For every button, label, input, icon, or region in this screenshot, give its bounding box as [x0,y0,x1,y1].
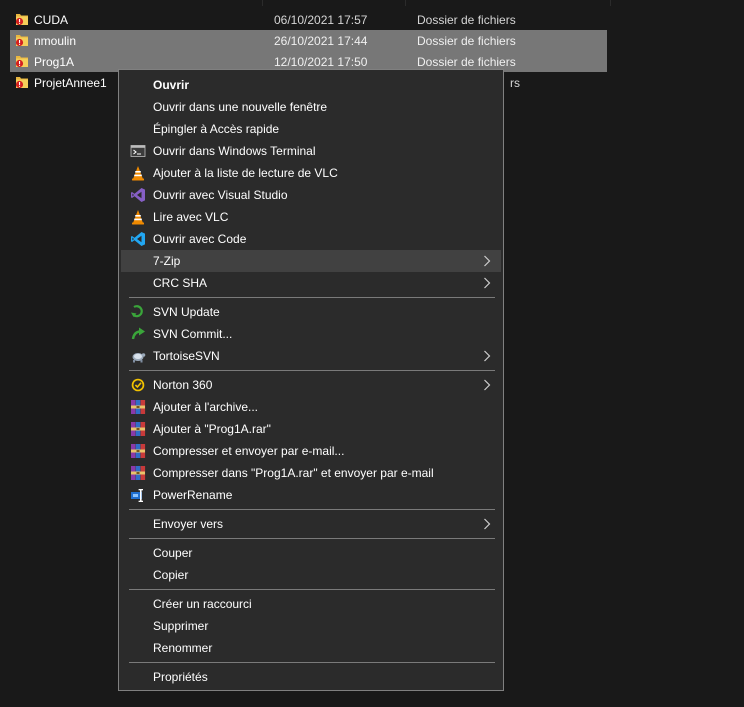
file-type: Dossier de fichiers [417,55,516,69]
winrar-books-icon [130,421,146,437]
menu-item-powerrename[interactable]: PowerRename [121,484,501,506]
tortoise-icon [132,353,146,363]
chevron-right-icon [483,350,491,362]
menu-item-label: Norton 360 [153,378,213,392]
menu-item-open-visual-studio[interactable]: Ouvrir avec Visual Studio [121,184,501,206]
menu-item-label: Épingler à Accès rapide [153,122,280,136]
menu-separator [129,370,495,371]
file-name: Prog1A [34,55,75,69]
folder-warning-icon [15,54,29,68]
menu-item-label: Ouvrir avec Visual Studio [153,188,288,202]
terminal-icon [130,145,146,157]
menu-separator [129,589,495,590]
menu-item-label: TortoiseSVN [153,349,220,363]
chevron-right-icon [483,255,491,267]
menu-item-add-archive[interactable]: Ajouter à l'archive... [121,396,501,418]
file-name: ProjetAnnee1 [34,76,107,90]
folder-warning-icon [15,33,29,47]
menu-separator [129,509,495,510]
file-type: rs [510,76,520,90]
menu-item-label: CRC SHA [153,276,208,290]
menu-item-add-vlc-playlist[interactable]: Ajouter à la liste de lecture de VLC [121,162,501,184]
menu-item-pin-quick-access[interactable]: Épingler à Accès rapide [121,118,501,140]
menu-item-cut[interactable]: Couper [121,542,501,564]
file-row[interactable]: CUDA 06/10/2021 17:57 Dossier de fichier… [10,9,607,30]
menu-item-rename[interactable]: Renommer [121,637,501,659]
menu-item-create-shortcut[interactable]: Créer un raccourci [121,593,501,615]
menu-item-svn-update[interactable]: SVN Update [121,301,501,323]
vlc-cone-icon [130,165,146,181]
menu-item-label: Propriétés [153,670,208,684]
visual-studio-icon [131,188,145,202]
menu-item-label: Ouvrir dans Windows Terminal [153,144,316,158]
menu-item-label: Lire avec VLC [153,210,229,224]
menu-item-open-new-window[interactable]: Ouvrir dans une nouvelle fenêtre [121,96,501,118]
file-name: CUDA [34,13,69,27]
menu-item-label: Ajouter à la liste de lecture de VLC [153,166,338,180]
file-date: 12/10/2021 17:50 [274,55,368,69]
folder-warning-icon [15,75,29,89]
chevron-right-icon [483,379,491,391]
menu-item-compress-rar-email[interactable]: Compresser dans "Prog1A.rar" et envoyer … [121,462,501,484]
menu-item-play-vlc[interactable]: Lire avec VLC [121,206,501,228]
winrar-books-icon [130,399,146,415]
menu-item-open[interactable]: Ouvrir [121,74,501,96]
menu-item-7zip[interactable]: 7-Zip [121,250,501,272]
menu-item-crc-sha[interactable]: CRC SHA [121,272,501,294]
menu-item-add-rar[interactable]: Ajouter à "Prog1A.rar" [121,418,501,440]
file-type: Dossier de fichiers [417,13,516,27]
chevron-right-icon [483,277,491,289]
menu-item-label: Ajouter à "Prog1A.rar" [153,422,271,436]
menu-item-label: Couper [153,546,193,560]
norton-check-icon [131,378,145,392]
column-separator [610,0,611,6]
menu-item-label: SVN Commit... [153,327,233,341]
menu-item-label: 7-Zip [153,254,181,268]
winrar-books-icon [130,465,146,481]
menu-item-label: PowerRename [153,488,233,502]
menu-item-label: Ajouter à l'archive... [153,400,259,414]
menu-item-norton[interactable]: Norton 360 [121,374,501,396]
file-type: Dossier de fichiers [417,34,516,48]
menu-item-label: Ouvrir avec Code [153,232,247,246]
vscode-icon [131,232,145,246]
chevron-right-icon [483,518,491,530]
menu-item-label: Supprimer [153,619,209,633]
menu-item-properties[interactable]: Propriétés [121,666,501,688]
menu-item-label: Renommer [153,641,213,655]
winrar-books-icon [130,443,146,459]
menu-item-label: SVN Update [153,305,220,319]
menu-item-label: Envoyer vers [153,517,224,531]
folder-warning-icon [15,12,29,26]
menu-item-copy[interactable]: Copier [121,564,501,586]
file-date: 06/10/2021 17:57 [274,13,368,27]
menu-separator [129,297,495,298]
menu-separator [129,662,495,663]
menu-item-send-to[interactable]: Envoyer vers [121,513,501,535]
context-menu: Ouvrir Ouvrir dans une nouvelle fenêtre … [118,69,504,691]
menu-item-compress-email[interactable]: Compresser et envoyer par e-mail... [121,440,501,462]
vlc-cone-icon [130,209,146,225]
menu-item-svn-commit[interactable]: SVN Commit... [121,323,501,345]
menu-item-label: Ouvrir [153,78,190,92]
menu-separator [129,538,495,539]
menu-item-open-code[interactable]: Ouvrir avec Code [121,228,501,250]
file-date: 26/10/2021 17:44 [274,34,368,48]
file-row[interactable]: nmoulin 26/10/2021 17:44 Dossier de fich… [10,30,607,51]
menu-item-label: Compresser dans "Prog1A.rar" et envoyer … [153,466,434,480]
column-separator [405,0,406,6]
menu-item-label: Copier [153,568,189,582]
file-name: nmoulin [34,34,77,48]
menu-item-label: Ouvrir dans une nouvelle fenêtre [153,100,328,114]
menu-item-tortoisesvn[interactable]: TortoiseSVN [121,345,501,367]
menu-item-label: Créer un raccourci [153,597,252,611]
menu-item-open-terminal[interactable]: Ouvrir dans Windows Terminal [121,140,501,162]
powerrename-icon [131,489,143,502]
menu-item-delete[interactable]: Supprimer [121,615,501,637]
column-separator [262,0,263,6]
svn-commit-icon [131,327,145,340]
svn-update-icon [131,305,143,318]
menu-item-label: Compresser et envoyer par e-mail... [153,444,345,458]
